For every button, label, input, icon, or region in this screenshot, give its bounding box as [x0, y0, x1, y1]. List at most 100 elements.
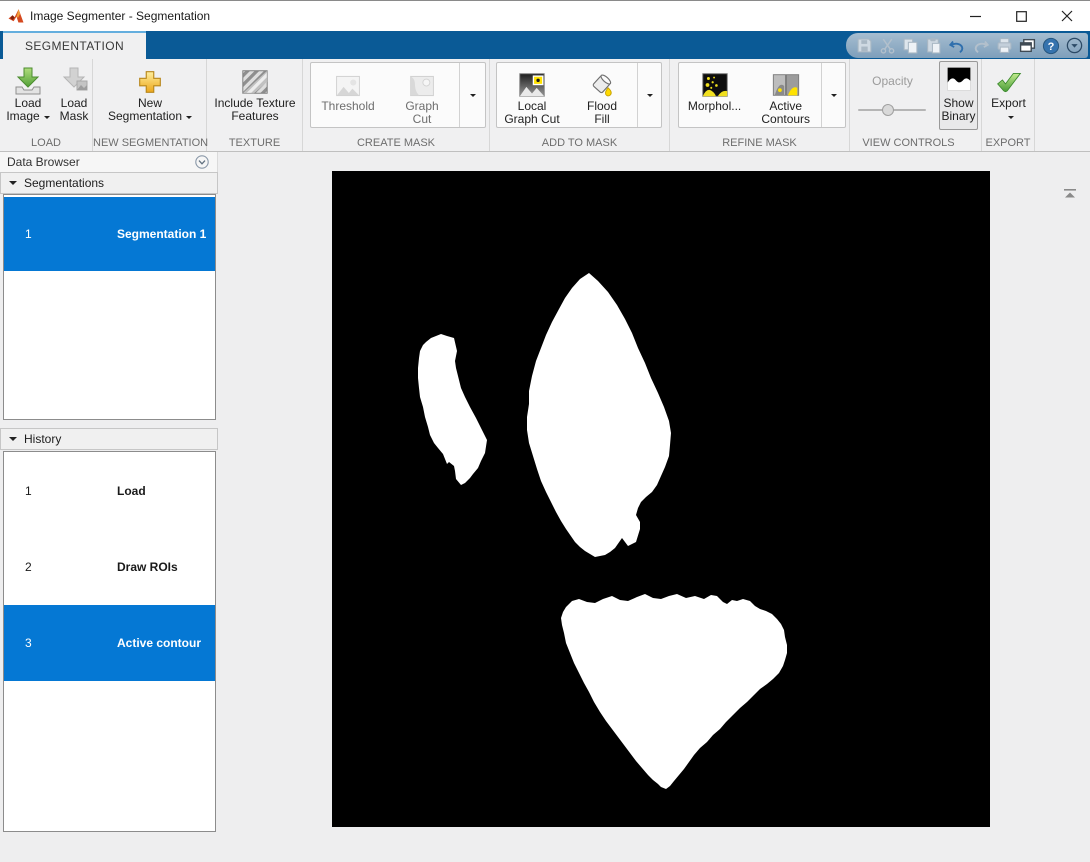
tab-segmentation[interactable]: SEGMENTATION: [3, 31, 146, 59]
history-section-header[interactable]: History: [0, 428, 218, 450]
close-button[interactable]: [1044, 1, 1090, 31]
threshold-button[interactable]: Threshold: [311, 63, 385, 127]
segmentations-section-header[interactable]: Segmentations: [0, 172, 218, 194]
load-image-icon: [12, 63, 44, 97]
maximize-button[interactable]: [998, 1, 1044, 31]
opacity-slider-thumb[interactable]: [882, 104, 894, 116]
new-segmentation-button[interactable]: New Segmentation: [95, 63, 205, 123]
graph-cut-label-2: Cut: [412, 112, 432, 126]
flood-fill-button[interactable]: Flood Fill: [567, 63, 637, 127]
cut-icon[interactable]: [879, 36, 896, 55]
section-label-view-controls: VIEW CONTROLS: [862, 137, 955, 149]
local-graph-cut-icon: [517, 68, 547, 100]
load-image-button[interactable]: Load Image: [4, 63, 52, 123]
show-binary-label-2: Binary: [941, 109, 976, 123]
chevron-down-icon: [469, 94, 476, 100]
undo-icon[interactable]: [948, 36, 966, 55]
history-list-item[interactable]: 1 Load: [4, 453, 215, 529]
matlab-logo-icon: [8, 9, 24, 23]
show-binary-icon: [945, 65, 973, 97]
history-item-label: Draw ROIs: [117, 560, 178, 574]
close-icon: [1061, 10, 1073, 22]
section-label-create-mask: CREATE MASK: [356, 137, 436, 149]
threshold-label-1: Threshold: [321, 99, 375, 113]
texture-icon: [240, 63, 270, 97]
paste-icon[interactable]: [925, 36, 942, 55]
section-label-texture: TEXTURE: [228, 137, 281, 149]
copy-icon[interactable]: [902, 36, 919, 55]
collapse-ribbon-icon[interactable]: [1062, 187, 1078, 201]
create-mask-gallery-dropdown[interactable]: [459, 63, 485, 127]
export-icon: [995, 63, 1023, 97]
segmentations-list: 1 Segmentation 1: [3, 194, 216, 420]
tab-label: SEGMENTATION: [24, 39, 125, 53]
new-segmentation-label-2: Segmentation: [107, 109, 183, 123]
chevron-down-icon: [646, 94, 653, 100]
history-item-label: Active contour: [117, 636, 202, 650]
section-label-add-to-mask: ADD TO MASK: [541, 137, 618, 149]
segmentations-header-label: Segmentations: [24, 176, 105, 190]
load-image-label-2: Image: [6, 109, 40, 123]
data-browser-title: Data Browser: [7, 155, 80, 169]
graph-cut-icon: [408, 68, 436, 100]
section-add-to-mask: Local Graph Cut Flood Fill ADD TO MASK: [490, 59, 670, 151]
chevron-down-icon: [830, 94, 837, 100]
add-to-mask-gallery: Local Graph Cut Flood Fill: [496, 62, 662, 128]
local-graph-cut-button[interactable]: Local Graph Cut: [497, 63, 567, 127]
section-new-segmentation: New Segmentation NEW SEGMENTATION: [93, 59, 209, 151]
segmentation-list-item[interactable]: 1 Segmentation 1: [4, 197, 215, 271]
more-menu-icon[interactable]: [1066, 36, 1083, 55]
section-refine-mask: Morphol... Active Contours REFINE MASK: [670, 59, 850, 151]
local-graph-cut-label-2: Graph Cut: [504, 112, 560, 126]
export-button[interactable]: Export: [985, 63, 1032, 120]
history-item-label: Load: [117, 484, 146, 498]
layout-windows-icon[interactable]: [1019, 36, 1036, 55]
history-header-label: History: [24, 432, 62, 446]
load-mask-icon: [58, 63, 90, 97]
section-label-load: LOAD: [31, 137, 61, 149]
redo-icon[interactable]: [972, 36, 990, 55]
quick-access-toolbar: ?: [846, 33, 1088, 58]
section-create-mask: Threshold Graph Cut CREATE MASK: [303, 59, 490, 151]
window-title: Image Segmenter - Segmentation: [30, 9, 211, 23]
segmentation-canvas[interactable]: [332, 171, 990, 827]
include-texture-button[interactable]: Include Texture Features: [209, 63, 301, 123]
dropdown-arrow: [43, 116, 50, 122]
section-texture: Include Texture Features TEXTURE: [207, 59, 303, 151]
include-texture-label-2: Features: [231, 109, 279, 123]
history-list: 1 Load 2 Draw ROIs 3 Active contour: [3, 451, 216, 832]
morphology-label-1: Morphol...: [687, 99, 742, 113]
tabstrip: SEGMENTATION ?: [0, 31, 1090, 59]
minimize-button[interactable]: [952, 1, 998, 31]
add-to-mask-gallery-dropdown[interactable]: [637, 63, 661, 127]
help-icon[interactable]: ?: [1042, 36, 1060, 55]
load-mask-button[interactable]: Load Mask: [54, 63, 94, 123]
graph-cut-button[interactable]: Graph Cut: [385, 63, 459, 127]
print-icon[interactable]: [996, 36, 1013, 55]
history-list-item[interactable]: 3 Active contour: [4, 605, 215, 681]
history-list-item[interactable]: 2 Draw ROIs: [4, 529, 215, 605]
threshold-icon: [334, 68, 362, 100]
dropdown-arrow: [186, 116, 193, 122]
data-browser-header: Data Browser: [0, 152, 218, 173]
flood-fill-label-2: Fill: [594, 112, 610, 126]
load-mask-label-2: Mask: [59, 109, 89, 123]
history-item-index: 2: [25, 560, 32, 574]
morphology-button[interactable]: Morphol...: [679, 63, 750, 127]
show-binary-toggle[interactable]: Show Binary: [939, 61, 978, 130]
titlebar: Image Segmenter - Segmentation: [0, 0, 1090, 31]
segmentation-item-label: Segmentation 1: [117, 227, 207, 241]
refine-mask-gallery-dropdown[interactable]: [821, 63, 845, 127]
section-load: Load Image Load Mask LOAD: [0, 59, 93, 151]
opacity-label: Opacity: [872, 74, 913, 88]
section-label-new-segmentation: NEW SEGMENTATION: [93, 137, 209, 149]
svg-text:?: ?: [1048, 41, 1055, 53]
flood-fill-icon: [587, 68, 617, 100]
create-mask-gallery: Threshold Graph Cut: [310, 62, 486, 128]
active-contours-button[interactable]: Active Contours: [750, 63, 821, 127]
panel-menu-icon[interactable]: [195, 155, 209, 169]
section-label-refine-mask: REFINE MASK: [722, 137, 797, 149]
save-icon[interactable]: [856, 36, 873, 55]
history-item-index: 3: [25, 636, 32, 650]
section-view-controls: Opacity Show Binary VIEW CONTROLS: [850, 59, 982, 151]
